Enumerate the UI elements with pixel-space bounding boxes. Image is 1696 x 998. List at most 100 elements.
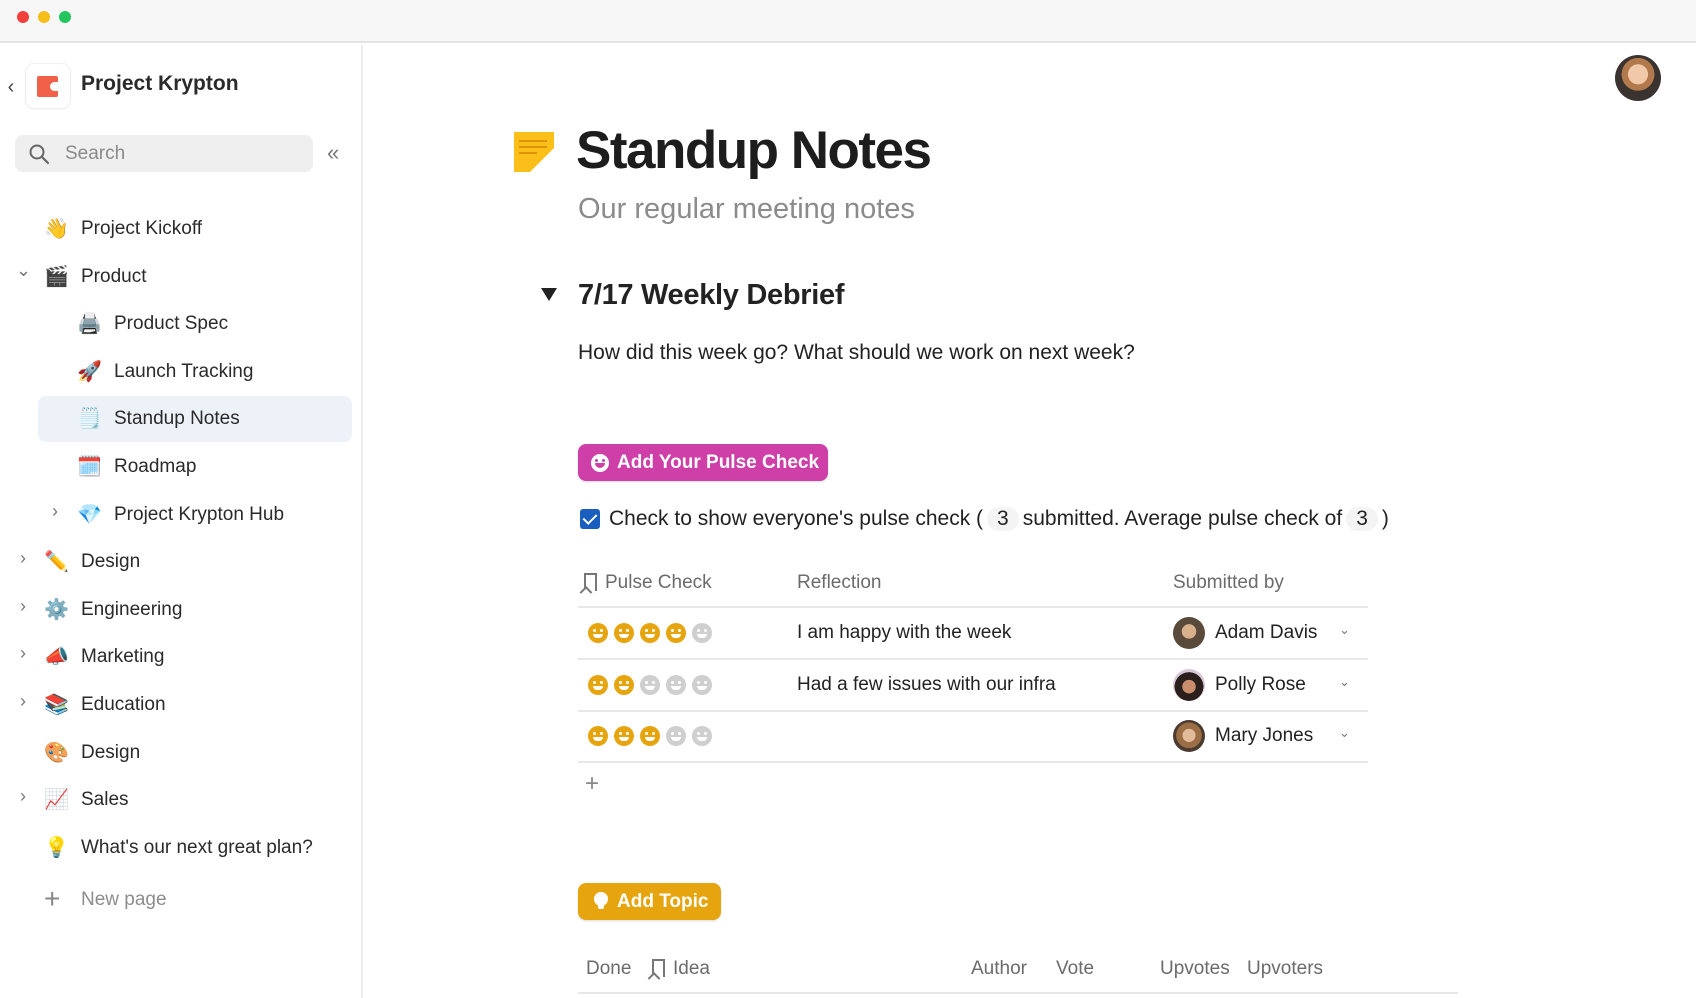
avatar	[1173, 617, 1205, 649]
chevron-down-icon[interactable]: ⌄	[1339, 725, 1350, 741]
user-avatar[interactable]	[1615, 55, 1661, 101]
column-header-submitted-by[interactable]: Submitted by	[1173, 572, 1284, 594]
sidebar-item-label: Design	[81, 742, 141, 763]
add-pulse-check-button[interactable]: Add Your Pulse Check	[578, 444, 828, 481]
chevron-down-icon[interactable]: ⌄	[1339, 674, 1350, 690]
page-title[interactable]: Standup Notes	[576, 120, 932, 181]
smile-icon[interactable]	[692, 675, 712, 695]
search-placeholder: Search	[65, 143, 126, 164]
submitted-by-cell[interactable]: Adam Davis	[1173, 616, 1317, 650]
triangle-down-icon[interactable]	[541, 288, 557, 301]
reflection-cell[interactable]: I am happy with the week	[797, 622, 1011, 644]
smile-icon[interactable]	[614, 726, 634, 746]
column-header-upvoters[interactable]: Upvoters	[1247, 958, 1323, 980]
smile-icon	[591, 454, 609, 472]
gem-icon: 💎	[77, 504, 102, 526]
table-row[interactable]: Mary Jones ⌄	[578, 711, 1368, 761]
coda-logo-icon	[37, 76, 59, 97]
chevron-down-icon[interactable]: ⌄	[1339, 622, 1350, 638]
smile-icon[interactable]	[588, 726, 608, 746]
section-heading[interactable]: 7/17 Weekly Debrief	[578, 279, 845, 312]
smile-icon[interactable]	[588, 675, 608, 695]
chevron-left-icon[interactable]: ‹	[4, 75, 18, 99]
submitted-by-cell[interactable]: Polly Rose	[1173, 668, 1306, 702]
sidebar-item-marketing[interactable]: › 📣 Marketing	[0, 634, 363, 680]
show-pulse-checkbox[interactable]	[580, 509, 600, 529]
smile-icon[interactable]	[666, 623, 686, 643]
sidebar-item-product[interactable]: ⌄ 🎬 Product	[0, 254, 363, 300]
new-page-button[interactable]: + New page	[0, 877, 363, 923]
person-name: Polly Rose	[1215, 674, 1306, 695]
chevron-right-icon[interactable]: ›	[16, 548, 30, 569]
average-pulse: 3	[1346, 507, 1378, 531]
chevron-right-icon[interactable]: ›	[48, 501, 62, 522]
bookmark-icon	[584, 573, 597, 591]
sidebar-item-label: Project Kickoff	[81, 218, 203, 239]
reflection-cell[interactable]: Had a few issues with our infra	[797, 674, 1056, 696]
sidebar-item-design[interactable]: 🎨 Design	[0, 730, 363, 776]
smile-icon[interactable]	[692, 623, 712, 643]
sidebar-item-label: Design	[81, 551, 141, 572]
column-header-pulse-check[interactable]: Pulse Check	[584, 572, 712, 594]
chart-up-icon: 📈	[44, 789, 69, 811]
column-header-upvotes[interactable]: Upvotes	[1160, 958, 1230, 980]
gear-icon: ⚙️	[44, 599, 69, 621]
sidebar-item-standup-notes[interactable]: 🗒️ Standup Notes	[0, 396, 363, 442]
window-zoom-button[interactable]	[59, 11, 71, 23]
chevron-right-icon[interactable]: ›	[16, 643, 30, 664]
smile-icon[interactable]	[640, 623, 660, 643]
table-row[interactable]: Had a few issues with our infra Polly Ros…	[578, 660, 1368, 710]
sidebar-item-education[interactable]: › 📚 Education	[0, 682, 363, 728]
smile-icon[interactable]	[588, 623, 608, 643]
page-subtitle[interactable]: Our regular meeting notes	[578, 193, 915, 226]
smile-icon[interactable]	[640, 675, 660, 695]
smile-icon[interactable]	[666, 726, 686, 746]
smile-icon[interactable]	[692, 726, 712, 746]
column-header-idea[interactable]: Idea	[652, 958, 710, 980]
table-row[interactable]: I am happy with the week Adam Davis ⌄	[578, 608, 1368, 658]
chevron-down-icon[interactable]: ⌄	[16, 260, 31, 281]
chevron-right-icon[interactable]: ›	[16, 691, 30, 712]
column-header-done[interactable]: Done	[586, 958, 631, 980]
sidebar-item-product-spec[interactable]: 🖨️ Product Spec	[0, 301, 363, 347]
smile-icon[interactable]	[614, 623, 634, 643]
sidebar-item-design[interactable]: › ✏️ Design	[0, 539, 363, 585]
sidebar-item-what-s-our-next-great-plan[interactable]: 💡 What's our next great plan?	[0, 825, 363, 871]
pulse-rating[interactable]	[588, 675, 712, 695]
column-header-author[interactable]: Author	[971, 958, 1027, 980]
double-chevron-left-icon[interactable]: «	[327, 141, 339, 165]
chevron-right-icon[interactable]: ›	[16, 786, 30, 807]
column-header-reflection[interactable]: Reflection	[797, 572, 882, 594]
submitted-by-cell[interactable]: Mary Jones	[1173, 719, 1313, 753]
plus-icon: +	[44, 883, 61, 914]
sidebar-item-project-kickoff[interactable]: 👋 Project Kickoff	[0, 206, 363, 252]
sidebar-item-project-krypton-hub[interactable]: › 💎 Project Krypton Hub	[0, 492, 363, 538]
workspace-logo[interactable]	[26, 64, 70, 108]
window-minimize-button[interactable]	[38, 11, 50, 23]
section-prompt[interactable]: How did this week go? What should we wor…	[578, 341, 1135, 365]
sidebar-item-roadmap[interactable]: 🗓️ Roadmap	[0, 444, 363, 490]
pulse-rating[interactable]	[588, 726, 712, 746]
lightbulb-icon	[594, 892, 608, 909]
sidebar-item-engineering[interactable]: › ⚙️ Engineering	[0, 587, 363, 633]
add-pulse-check-label: Add Your Pulse Check	[617, 452, 820, 473]
sidebar-item-label: Product Spec	[114, 313, 229, 334]
typewriter-icon: 🖨️	[77, 313, 102, 335]
column-header-vote[interactable]: Vote	[1056, 958, 1094, 980]
pulse-rating[interactable]	[588, 623, 712, 643]
chevron-right-icon[interactable]: ›	[16, 596, 30, 617]
smile-icon[interactable]	[640, 726, 660, 746]
workspace-name[interactable]: Project Krypton	[81, 72, 239, 96]
search-input[interactable]: Search	[15, 135, 313, 172]
table-divider	[578, 992, 1458, 994]
sidebar-item-label: Education	[81, 694, 166, 715]
add-row-button[interactable]: +	[585, 770, 599, 798]
smile-icon[interactable]	[666, 675, 686, 695]
note-line	[519, 140, 547, 142]
smile-icon[interactable]	[614, 675, 634, 695]
sidebar-item-sales[interactable]: › 📈 Sales	[0, 777, 363, 823]
window-close-button[interactable]	[17, 11, 29, 23]
sidebar-item-launch-tracking[interactable]: 🚀 Launch Tracking	[0, 349, 363, 395]
add-topic-button[interactable]: Add Topic	[578, 883, 721, 920]
sticky-note-icon[interactable]	[514, 132, 554, 172]
